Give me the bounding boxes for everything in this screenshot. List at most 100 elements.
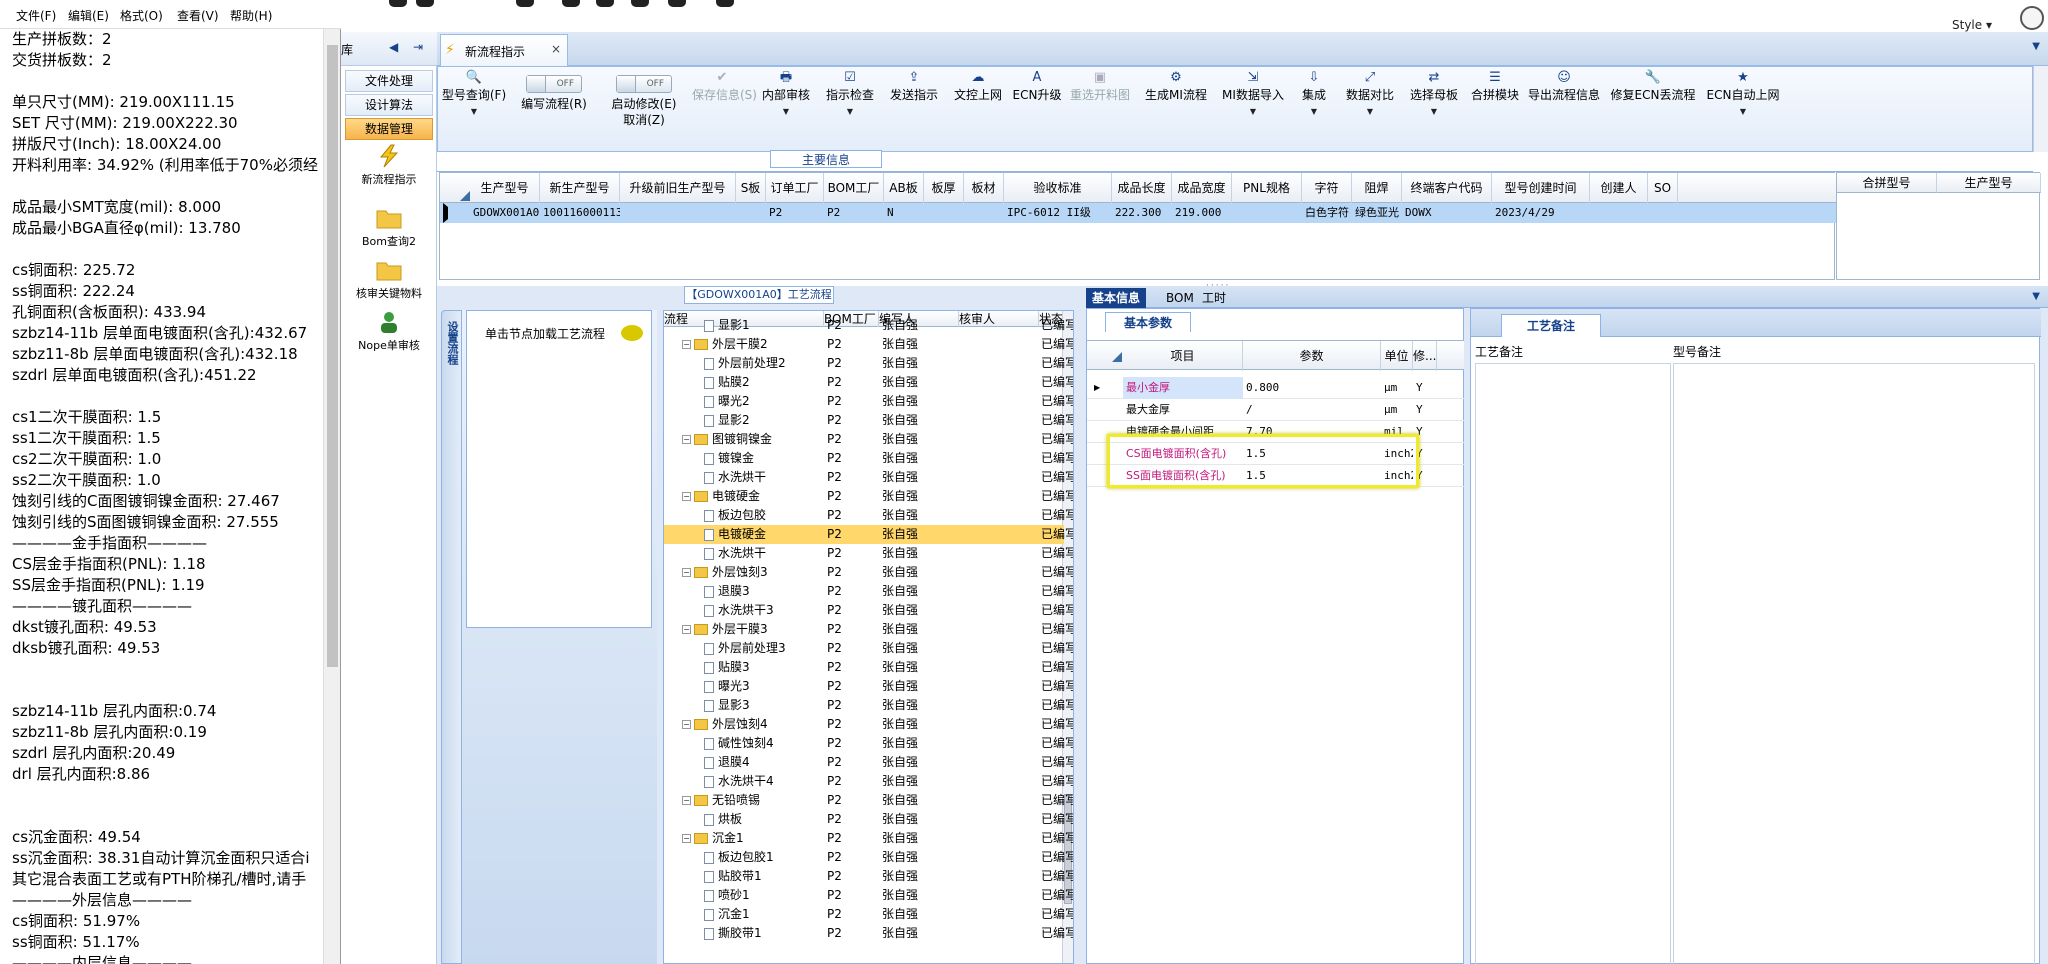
- tree-cell[interactable]: 已编写: [1041, 582, 1073, 601]
- chevron-down-icon[interactable]: ▼: [2032, 41, 2040, 52]
- tab-bom[interactable]: BOM: [1160, 288, 1200, 308]
- tree-cell[interactable]: 张自强: [882, 468, 918, 487]
- table-cell[interactable]: 222.300: [1112, 203, 1172, 223]
- collapse-icon[interactable]: −: [682, 796, 691, 805]
- column-header[interactable]: SO: [1648, 173, 1678, 203]
- toolbar-icon[interactable]: [631, 0, 649, 7]
- tab-worktime[interactable]: 工时: [1196, 288, 1232, 308]
- tree-node[interactable]: − 电镀硬金: [682, 487, 824, 506]
- table-cell[interactable]: 10011600011341: [540, 203, 620, 223]
- toggle-switch[interactable]: OFF: [616, 75, 672, 93]
- tree-node[interactable]: − 外层干膜3: [682, 620, 824, 639]
- tree-cell[interactable]: P2: [827, 753, 842, 772]
- ribbon-button-toggle[interactable]: OFF 编写流程(R): [512, 67, 596, 151]
- nav-item-nope-audit[interactable]: Nope单审核: [341, 310, 437, 353]
- tree-row[interactable]: 镀镍金 P2 张自强 已编写: [664, 449, 1073, 468]
- tree-row[interactable]: 显影1 P2 张自强 已编写: [664, 316, 1073, 335]
- scrollbar-thumb[interactable]: [327, 45, 338, 667]
- ribbon-button-search[interactable]: 🔍 型号查询(F) ▼: [440, 67, 508, 151]
- table-cell[interactable]: 0.800: [1243, 377, 1381, 399]
- nav-section-file[interactable]: 文件处理: [345, 70, 433, 92]
- grid-corner-icon[interactable]: [460, 191, 470, 201]
- ribbon-button-print[interactable]: 🖶 内部审核 ▼: [756, 67, 816, 151]
- splitter[interactable]: [1078, 308, 1084, 964]
- tree-row[interactable]: 板边包胶 P2 张自强 已编写: [664, 506, 1073, 525]
- tree-cell[interactable]: 已编写: [1041, 658, 1073, 677]
- menu-help[interactable]: 帮助(H): [230, 7, 272, 24]
- table-cell[interactable]: P2: [766, 203, 824, 223]
- ribbon-button-download[interactable]: ⇩ 集成 ▼: [1292, 67, 1336, 151]
- tree-node[interactable]: 烘板: [704, 810, 824, 829]
- tree-cell[interactable]: P2: [827, 563, 842, 582]
- table-cell[interactable]: [1232, 203, 1302, 223]
- tree-cell[interactable]: 已编写: [1041, 544, 1073, 563]
- table-cell[interactable]: /: [1243, 399, 1381, 421]
- chevron-down-icon[interactable]: ▼: [2032, 291, 2040, 302]
- collapse-icon[interactable]: −: [682, 834, 691, 843]
- tree-row[interactable]: 退膜3 P2 张自强 已编写: [664, 582, 1073, 601]
- tree-node[interactable]: − 外层干膜2: [682, 335, 824, 354]
- ribbon-scrollbar[interactable]: [2033, 66, 2048, 152]
- tree-node[interactable]: 显影1: [704, 316, 824, 335]
- tree-node[interactable]: 曝光3: [704, 677, 824, 696]
- table-row[interactable]: 最大金厚 / μm Y: [1087, 399, 1465, 421]
- table-cell[interactable]: 最大金厚: [1123, 399, 1243, 421]
- tree-row[interactable]: − 外层蚀刻4 P2 张自强 已编写: [664, 715, 1073, 734]
- tree-cell[interactable]: P2: [827, 639, 842, 658]
- tree-cell[interactable]: 已编写: [1041, 525, 1073, 544]
- table-cell[interactable]: [924, 203, 964, 223]
- tree-cell[interactable]: 已编写: [1041, 354, 1073, 373]
- tree-cell[interactable]: 张自强: [882, 373, 918, 392]
- tree-row[interactable]: 沉金1 P2 张自强 已编写: [664, 905, 1073, 924]
- collapse-icon[interactable]: −: [682, 625, 691, 634]
- tree-row[interactable]: 烘板 P2 张自强 已编写: [664, 810, 1073, 829]
- tree-cell[interactable]: P2: [827, 677, 842, 696]
- tree-cell[interactable]: 张自强: [882, 411, 918, 430]
- column-header[interactable]: 合拼型号: [1837, 173, 1937, 193]
- tree-cell[interactable]: 已编写: [1041, 886, 1073, 905]
- grid-corner-icon[interactable]: [1112, 352, 1122, 362]
- tree-cell[interactable]: 张自强: [882, 734, 918, 753]
- nav-section-data[interactable]: 数据管理: [345, 118, 433, 140]
- tree-cell[interactable]: 张自强: [882, 753, 918, 772]
- tree-cell[interactable]: P2: [827, 335, 842, 354]
- tree-cell[interactable]: 张自强: [882, 392, 918, 411]
- ribbon-button-image[interactable]: ▣ 重选开料图: [1066, 67, 1134, 151]
- tree-node[interactable]: 贴膜2: [704, 373, 824, 392]
- toolbar-icon[interactable]: [389, 0, 407, 7]
- tree-node[interactable]: 退膜3: [704, 582, 824, 601]
- tree-cell[interactable]: P2: [827, 354, 842, 373]
- toolbar-icon[interactable]: [516, 0, 534, 7]
- nav-item-new-process[interactable]: 新流程指示: [341, 144, 437, 187]
- tree-cell[interactable]: 已编写: [1041, 601, 1073, 620]
- close-icon[interactable]: ×: [551, 42, 561, 56]
- tree-cell[interactable]: 张自强: [882, 658, 918, 677]
- tree-cell[interactable]: P2: [827, 886, 842, 905]
- tree-node[interactable]: 水洗烘干: [704, 544, 824, 563]
- table-cell[interactable]: [620, 203, 736, 223]
- nav-prev-arrow-icon[interactable]: ◀: [389, 40, 398, 54]
- table-cell[interactable]: DOWX: [1402, 203, 1492, 223]
- tree-row[interactable]: 显影3 P2 张自强 已编写: [664, 696, 1073, 715]
- tree-cell[interactable]: P2: [827, 544, 842, 563]
- tree-node[interactable]: 外层前处理2: [704, 354, 824, 373]
- tab-process-notes[interactable]: 工艺备注: [1501, 314, 1601, 337]
- tree-cell[interactable]: 张自强: [882, 335, 918, 354]
- table-cell[interactable]: 白色字符: [1302, 203, 1352, 223]
- tree-row[interactable]: − 电镀硬金 P2 张自强 已编写: [664, 487, 1073, 506]
- tree-node[interactable]: − 沉金1: [682, 829, 824, 848]
- ribbon-button-smile[interactable]: ☺ 导出流程信息: [1526, 67, 1602, 151]
- collapse-icon[interactable]: −: [682, 435, 691, 444]
- tree-node[interactable]: 喷砂1: [704, 886, 824, 905]
- ribbon-button-upload[interactable]: ⇪ 发送指示: [884, 67, 944, 151]
- tree-cell[interactable]: P2: [827, 810, 842, 829]
- tree-cell[interactable]: 已编写: [1041, 316, 1073, 335]
- tree-node[interactable]: 板边包胶1: [704, 848, 824, 867]
- tree-cell[interactable]: P2: [827, 582, 842, 601]
- tree-cell[interactable]: P2: [827, 449, 842, 468]
- column-header[interactable]: 型号创建时间: [1492, 173, 1590, 203]
- menu-edit[interactable]: 编辑(E): [68, 7, 109, 24]
- tree-cell[interactable]: 张自强: [882, 886, 918, 905]
- table-cell[interactable]: [964, 203, 1004, 223]
- table-cell[interactable]: [736, 203, 766, 223]
